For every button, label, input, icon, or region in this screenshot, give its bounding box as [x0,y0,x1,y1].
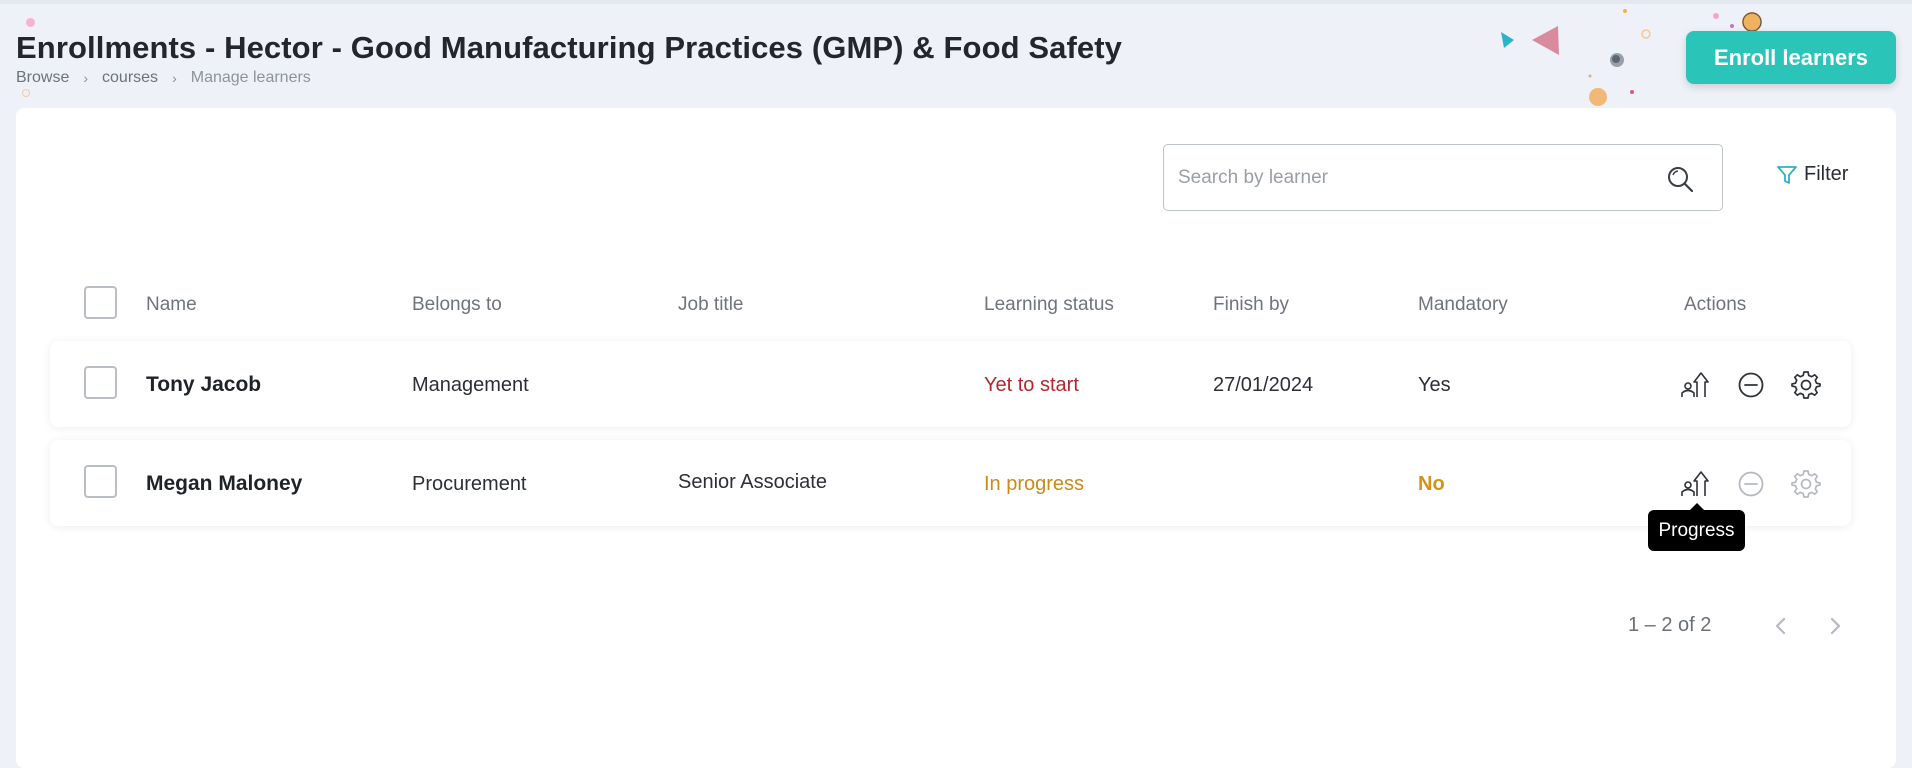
learner-name[interactable]: Megan Maloney [146,472,302,496]
filter-icon [1777,165,1797,184]
learning-status: In progress [984,473,1085,495]
search-box [1163,144,1723,211]
breadcrumb-separator-icon: › [83,70,89,86]
column-header-finish-by[interactable]: Finish by [1213,294,1289,316]
column-header-name[interactable]: Name [146,294,197,316]
breadcrumb-courses[interactable]: courses [102,69,158,87]
breadcrumb: Browse › courses › Manage learners [16,69,311,87]
progress-tooltip: Progress [1648,503,1745,551]
column-header-belongs-to[interactable]: Belongs to [412,294,502,316]
page-title: Enrollments - Hector - Good Manufacturin… [16,30,1122,65]
learning-status: Yet to start [984,374,1079,396]
pagination-range: 1 – 2 of 2 [1628,614,1712,636]
remove-icon[interactable] [1735,369,1767,401]
filter-button[interactable]: Filter [1776,163,1848,186]
progress-icon[interactable] [1679,468,1711,500]
breadcrumb-separator-icon: › [172,70,177,86]
column-header-mandatory[interactable]: Mandatory [1418,294,1508,316]
chevron-right-icon[interactable] [1821,612,1849,640]
settings-icon[interactable] [1790,468,1822,500]
remove-icon[interactable] [1735,468,1767,500]
progress-icon[interactable] [1679,369,1711,401]
job-title: Senior Associate [678,471,827,493]
table-row [50,341,1851,427]
decorative-ring [22,89,30,97]
table-row [50,440,1851,526]
row-checkbox[interactable] [84,366,117,399]
enroll-learners-button[interactable]: Enroll learners [1686,31,1896,84]
top-border [0,0,1912,4]
breadcrumb-browse[interactable]: Browse [16,69,69,87]
filter-label: Filter [1804,163,1849,185]
row-checkbox[interactable] [84,465,117,498]
mandatory: Yes [1418,374,1451,396]
column-header-job-title[interactable]: Job title [678,294,743,316]
search-input[interactable] [1178,145,1658,210]
finish-by: 27/01/2024 [1213,374,1314,396]
belongs-to: Management [412,374,529,396]
decorative-dot [26,18,35,27]
column-header-actions: Actions [1684,294,1747,315]
learner-name[interactable]: Tony Jacob [146,373,261,397]
settings-icon[interactable] [1790,369,1822,401]
select-all-checkbox[interactable] [84,286,117,319]
belongs-to: Procurement [412,473,527,495]
column-header-learning-status[interactable]: Learning status [984,294,1114,316]
breadcrumb-current: Manage learners [190,69,311,86]
mandatory: No [1418,473,1445,495]
search-icon[interactable] [1666,165,1694,193]
chevron-left-icon[interactable] [1767,612,1795,640]
